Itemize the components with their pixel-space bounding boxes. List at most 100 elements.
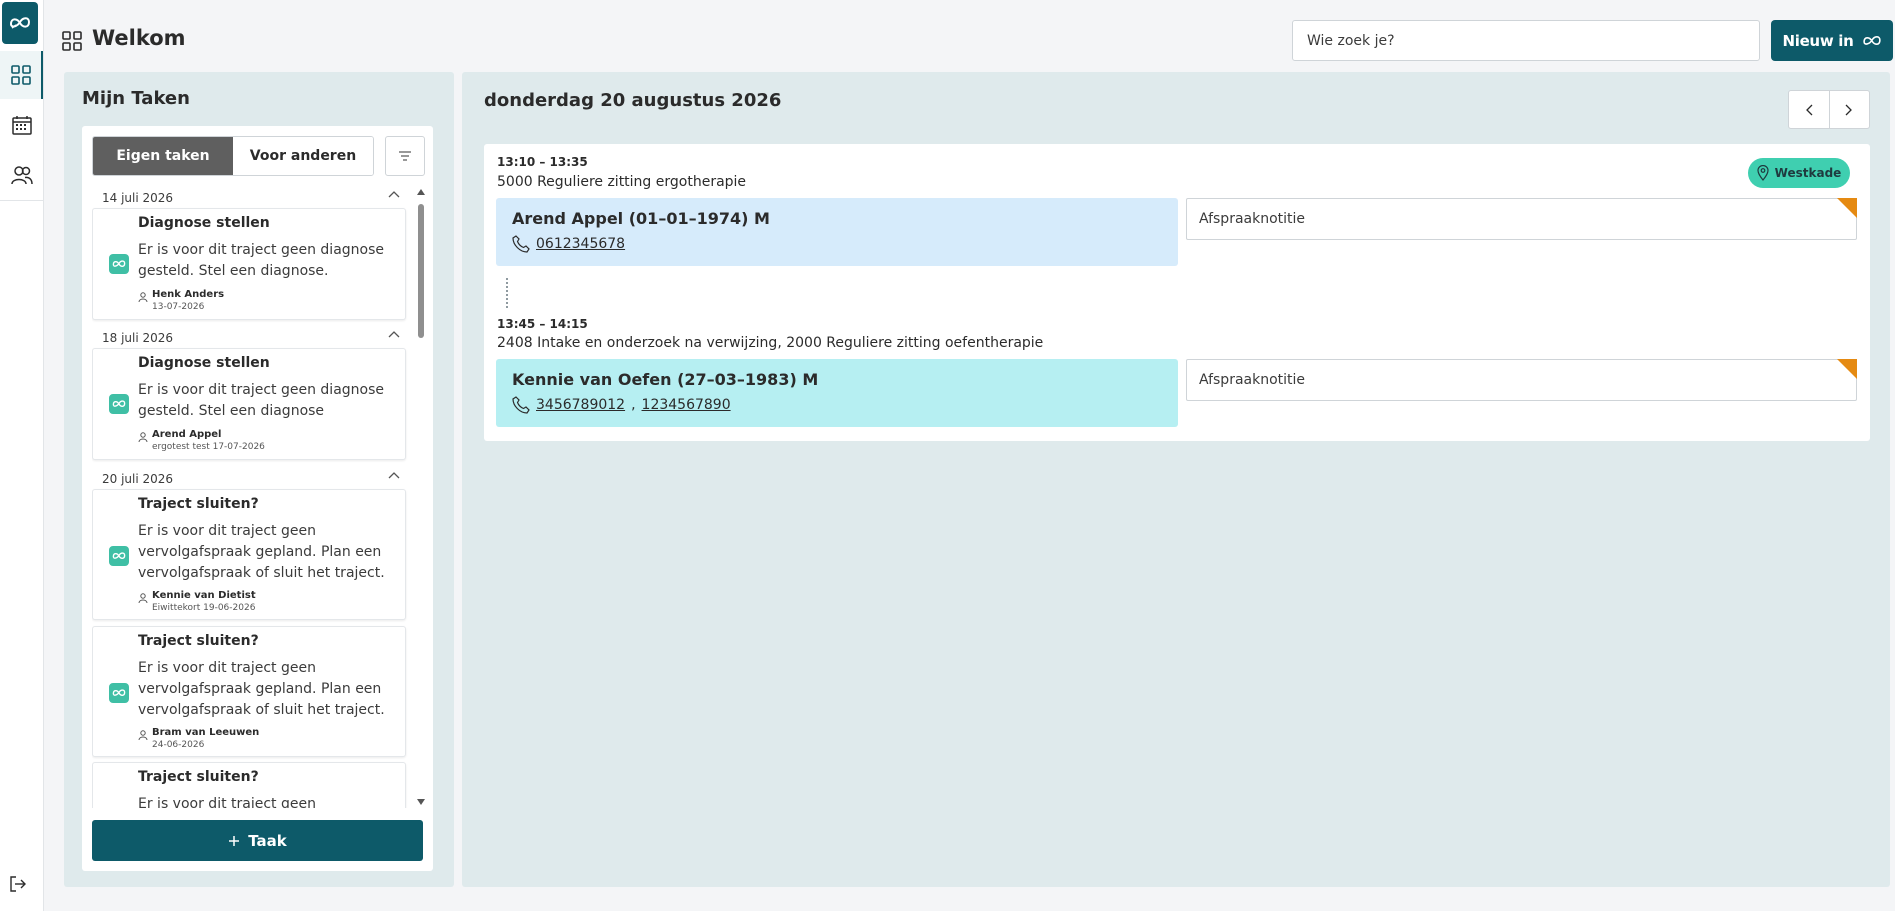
task-card[interactable]: Traject sluiten? Er is voor dit traject … [92,489,406,620]
task-description: Er is voor dit traject geen diagnose ges… [138,242,385,279]
nav-dashboard[interactable] [0,51,43,99]
patient-name: Kennie van Oefen (27–03–1983) M [512,370,819,389]
task-card[interactable]: Traject sluiten? Er is voor dit traject … [92,626,406,757]
person-icon [138,730,148,740]
appointment-description: 5000 Reguliere zitting ergotherapie [497,174,747,190]
phone-icon [512,235,530,253]
appointment-note-input[interactable] [1186,198,1857,240]
task-person: Henk Anders [152,289,225,300]
task-card[interactable]: Diagnose stellen Er is voor dit traject … [92,208,406,320]
task-type-icon [109,546,129,566]
chevron-left-icon [1805,104,1813,115]
person-icon [138,593,148,603]
task-group-header[interactable]: 18 juli 2026 [92,328,412,348]
previous-day-button[interactable] [1789,91,1829,128]
chevron-up-icon [388,191,400,198]
agenda-day-card: Westkade 13:10 – 13:35 5000 Reguliere zi… [484,144,1870,441]
location-badge[interactable]: Westkade [1748,158,1850,188]
phone-link[interactable]: 0612345678 [536,236,625,252]
filter-button[interactable] [385,136,425,176]
task-description: Er is voor dit traject geen vervolgafspr… [138,523,385,581]
patient-phone: 3456789012, 1234567890 [512,396,731,414]
task-tabs: Eigen taken Voor anderen [92,136,374,176]
agenda-date: donderdag 20 augustus 2026 [484,90,782,111]
calendar-icon [11,116,32,135]
task-title: Traject sluiten? [138,769,259,785]
add-task-label: Taak [248,831,287,850]
phone-link[interactable]: 1234567890 [642,397,731,413]
phone-link[interactable]: 3456789012 [536,397,625,413]
task-meta: Kennie van Dietist Eiwittekort 19-06-2026 [138,590,256,614]
note-flag-icon [1837,198,1857,218]
task-group-header[interactable]: 20 juli 2026 [92,469,412,489]
task-list: 14 juli 2026 Diagnose stellen Er is voor… [92,188,412,808]
appointment-time: 13:45 – 14:15 [497,317,588,331]
new-intake-label: Nieuw in [1782,31,1854,50]
scrollbar-thumb[interactable] [418,204,424,338]
plus-icon [229,835,240,846]
search-input[interactable] [1292,20,1760,61]
app-logo-icon[interactable] [2,2,38,44]
task-meta-text: Eiwittekort 19-06-2026 [152,603,256,613]
task-type-icon [109,254,129,274]
task-title: Traject sluiten? [138,633,259,649]
chevron-up-icon [388,331,400,338]
tab-own-tasks[interactable]: Eigen taken [93,137,233,175]
task-description: Er is voor dit traject geen vervolgafspr… [138,660,385,718]
task-meta-text: 13-07-2026 [152,302,205,312]
scroll-up-icon[interactable] [416,188,426,196]
nav-divider [0,200,43,201]
patient-block[interactable]: Kennie van Oefen (27–03–1983) M 34567890… [496,359,1178,427]
task-meta: Arend Appel ergotest test 17-07-2026 [138,429,265,453]
phone-icon [512,396,530,414]
task-person: Kennie van Dietist [152,590,256,601]
appointment-time: 13:10 – 13:35 [497,155,588,169]
person-icon [138,432,148,442]
task-card[interactable]: Traject sluiten? Er is voor dit traject … [92,762,406,808]
task-group-date: 14 juli 2026 [102,191,174,205]
task-list-scrollbar[interactable] [416,188,426,808]
brand-heart-icon [1862,35,1881,45]
task-group-date: 20 juli 2026 [102,472,174,486]
people-icon [10,166,33,185]
day-navigation [1788,90,1870,129]
task-description: Er is voor dit traject geen diagnose ges… [138,382,385,419]
logout-icon [10,876,26,892]
person-icon [138,292,148,302]
patient-phone: 0612345678 [512,235,625,253]
tasks-container: Eigen taken Voor anderen 14 juli 2026 Di… [82,126,433,871]
task-type-icon [109,683,129,703]
agenda-panel: donderdag 20 augustus 2026 Westkade 13:1… [462,72,1890,887]
patient-name: Arend Appel (01–01–1974) M [512,209,770,228]
page-title: Welkom [92,26,186,50]
task-title: Diagnose stellen [138,355,270,371]
filter-icon [399,151,411,161]
task-card[interactable]: Diagnose stellen Er is voor dit traject … [92,348,406,460]
task-person: Bram van Leeuwen [152,727,260,738]
tasks-title: Mijn Taken [82,88,190,109]
task-group-header[interactable]: 14 juli 2026 [92,188,412,208]
side-navigation [0,0,44,911]
task-meta: Bram van Leeuwen 24-06-2026 [138,727,259,751]
grid-icon [10,65,31,85]
appointment-note-input[interactable] [1186,359,1857,401]
tab-for-others[interactable]: Voor anderen [233,137,373,175]
location-pin-icon [1757,165,1769,181]
task-group-date: 18 juli 2026 [102,331,174,345]
tasks-panel: Mijn Taken Eigen taken Voor anderen 14 j… [64,72,454,887]
nav-calendar[interactable] [0,101,43,149]
nav-clients[interactable] [0,151,43,199]
location-label: Westkade [1774,166,1842,180]
appointment-description: 2408 Intake en onderzoek na verwijzing, … [497,335,1044,351]
task-description: Er is voor dit traject geen [138,796,316,808]
note-flag-icon [1837,359,1857,379]
logout-button[interactable] [9,876,27,896]
next-day-button[interactable] [1828,91,1870,128]
timeline-connector [506,278,508,308]
add-task-button[interactable]: Taak [92,820,423,861]
scroll-down-icon[interactable] [416,798,426,806]
new-intake-button[interactable]: Nieuw in [1771,20,1893,61]
task-meta-text: 24-06-2026 [152,740,205,750]
chevron-right-icon [1845,104,1853,115]
patient-block[interactable]: Arend Appel (01–01–1974) M 0612345678 [496,198,1178,266]
